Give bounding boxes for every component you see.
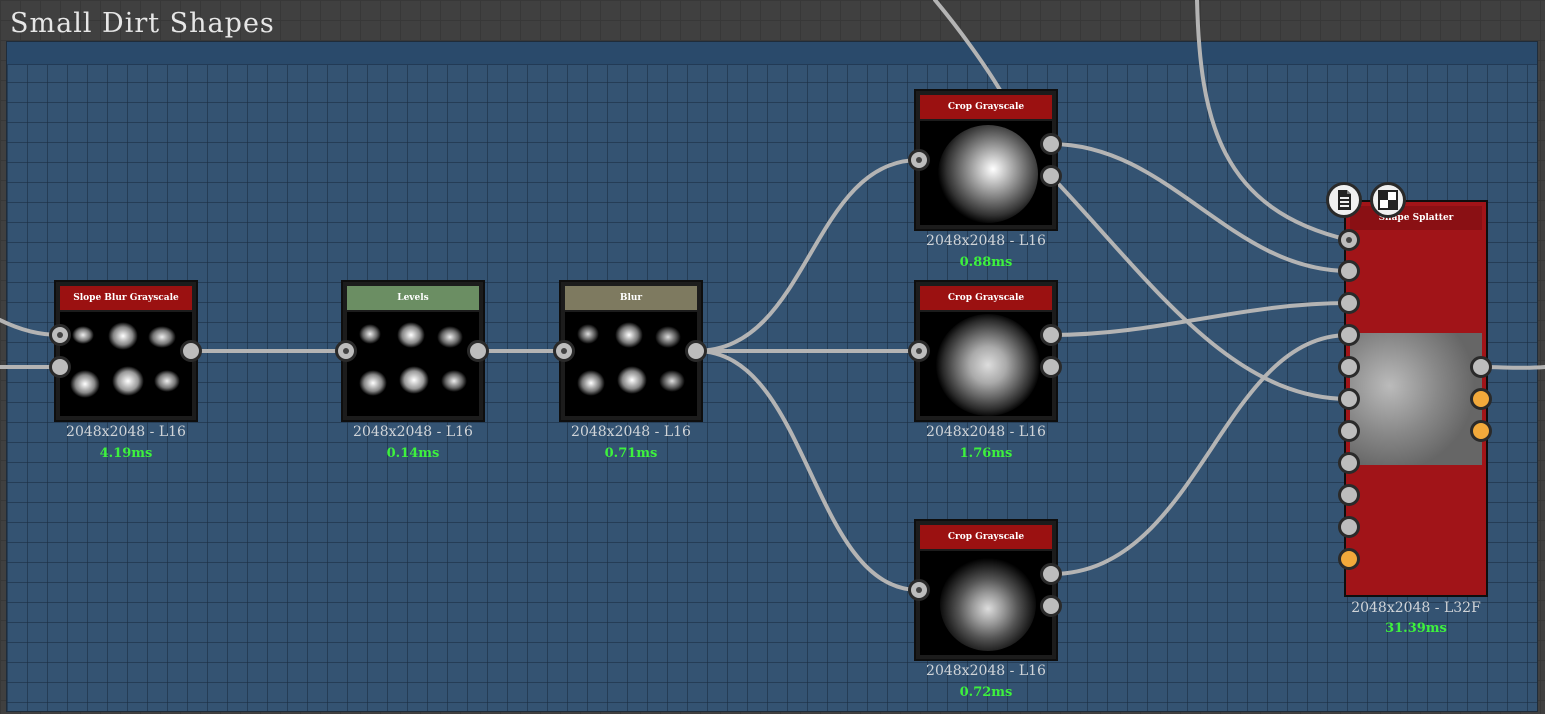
output-port[interactable] [685,340,707,362]
node-thumbnail [347,312,479,416]
node-crop-grayscale-1[interactable]: Crop Grayscale [914,89,1058,231]
input-port[interactable] [553,340,575,362]
node-slope-blur-grayscale[interactable]: Slope Blur Grayscale [54,280,198,422]
node-title: Levels [347,286,479,310]
input-port[interactable] [908,149,930,171]
link [694,349,921,592]
node-crop-grayscale-2[interactable]: Crop Grayscale [914,280,1058,422]
input-port[interactable] [335,340,357,362]
link [1049,142,1351,273]
output-port[interactable] [1470,420,1492,442]
output-port[interactable] [1040,356,1062,378]
node-resolution: 2048x2048 - L16 [66,424,186,440]
output-port[interactable] [1040,563,1062,585]
input-port[interactable] [1338,229,1360,251]
node-resolution: 2048x2048 - L16 [926,663,1046,679]
node-blur[interactable]: Blur [559,280,703,422]
output-port[interactable] [1040,595,1062,617]
node-resolution: 2048x2048 - L16 [353,424,473,440]
output-port[interactable] [467,340,489,362]
node-time: 0.14ms [386,446,440,461]
checker-icon[interactable] [1370,182,1406,218]
node-title: Crop Grayscale [920,525,1052,549]
node-resolution: 2048x2048 - L32F [1351,600,1481,616]
input-port[interactable] [908,340,930,362]
node-thumbnail [565,312,697,416]
output-port[interactable] [1040,324,1062,346]
input-port[interactable] [1338,548,1360,570]
input-port[interactable] [1338,260,1360,282]
input-port[interactable] [1338,324,1360,346]
node-resolution: 2048x2048 - L16 [571,424,691,440]
input-port[interactable] [1338,516,1360,538]
input-port[interactable] [1338,420,1360,442]
input-port[interactable] [49,324,71,346]
output-port[interactable] [1470,388,1492,410]
node-levels[interactable]: Levels [341,280,485,422]
node-crop-grayscale-3[interactable]: Crop Grayscale [914,519,1058,661]
output-port[interactable] [1040,133,1062,155]
node-thumbnail [920,121,1052,225]
node-time: 0.71ms [604,446,658,461]
output-port[interactable] [1470,356,1492,378]
input-port[interactable] [1338,484,1360,506]
input-port[interactable] [49,356,71,378]
output-port[interactable] [1040,165,1062,187]
node-thumbnail [1350,333,1482,465]
node-thumbnail [920,312,1052,416]
input-port[interactable] [1338,292,1360,314]
node-title: Blur [565,286,697,310]
node-time: 31.39ms [1385,621,1447,636]
node-time: 0.72ms [959,685,1013,700]
node-time: 1.76ms [959,446,1013,461]
node-resolution: 2048x2048 - L16 [926,233,1046,249]
output-port[interactable] [180,340,202,362]
node-thumbnail [920,551,1052,655]
document-icon[interactable] [1326,182,1362,218]
node-title: Crop Grayscale [920,95,1052,119]
node-title: Crop Grayscale [920,286,1052,310]
input-port[interactable] [1338,388,1360,410]
node-time: 0.88ms [959,255,1013,270]
link [1049,333,1351,576]
input-port[interactable] [1338,356,1360,378]
node-shape-splatter[interactable]: Shape Splatter [1344,200,1488,597]
link [1049,301,1351,337]
input-port[interactable] [1338,452,1360,474]
input-port[interactable] [908,579,930,601]
node-time: 4.19ms [99,446,153,461]
connection-links [0,0,1545,592]
node-title: Slope Blur Grayscale [60,286,192,310]
link [933,0,1002,92]
link [694,158,921,353]
node-title: Shape Splatter [1350,206,1482,230]
node-resolution: 2048x2048 - L16 [926,424,1046,440]
node-thumbnail [60,312,192,416]
